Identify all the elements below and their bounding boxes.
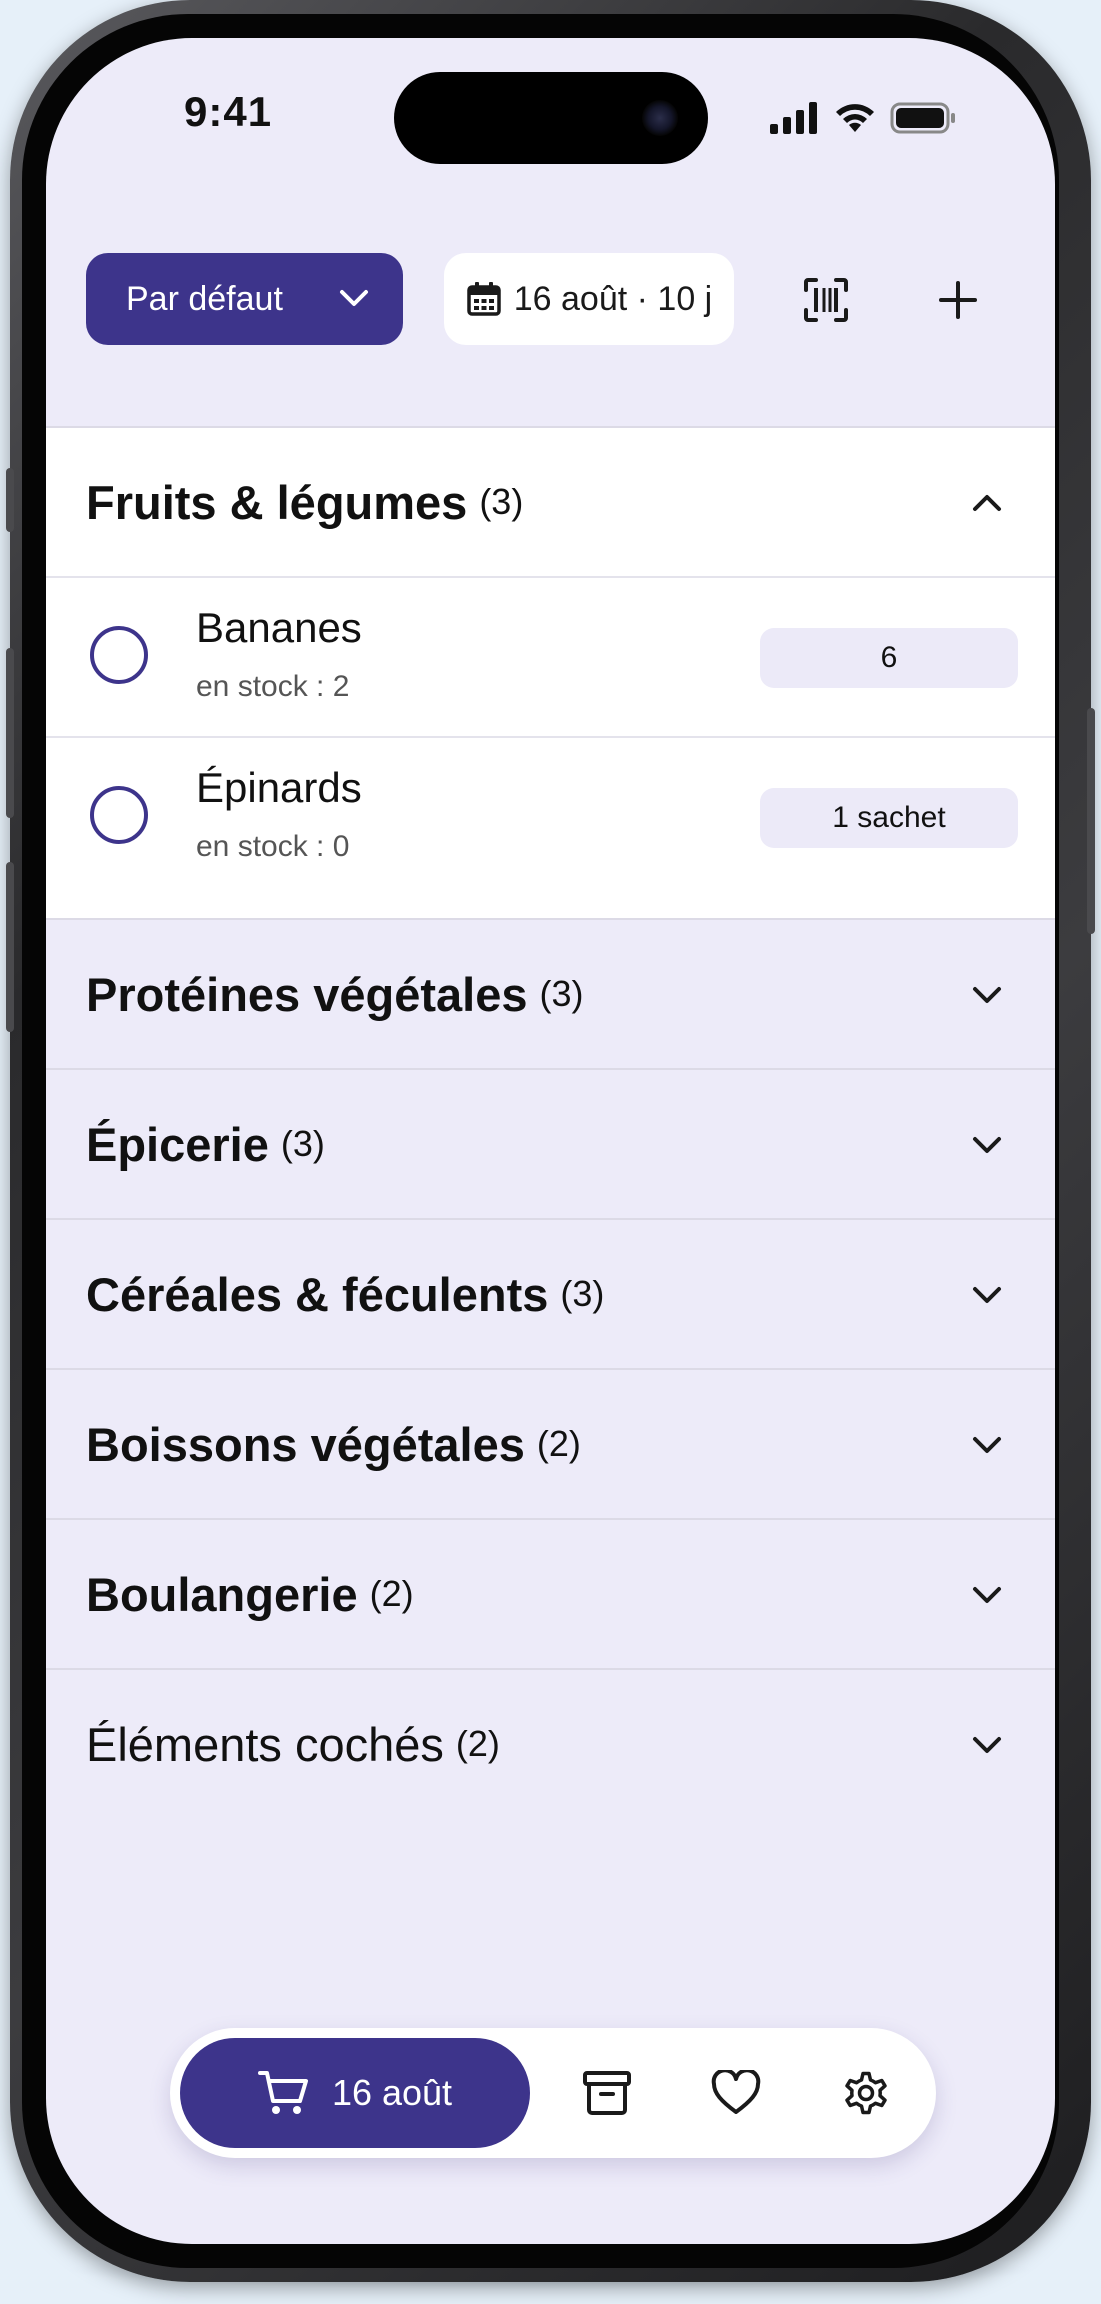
sort-label: Par défaut bbox=[126, 279, 283, 318]
section-title: Épicerie bbox=[86, 1117, 269, 1171]
section-proteines-vegetales[interactable]: Protéines végétales (3) bbox=[46, 918, 1055, 1068]
power-button bbox=[1087, 708, 1095, 934]
item-name: Épinards bbox=[196, 764, 362, 811]
sort-dropdown[interactable]: Par défaut bbox=[86, 253, 403, 345]
section-count: (3) bbox=[560, 1273, 605, 1314]
chevron-up-icon bbox=[973, 495, 1001, 511]
status-icons bbox=[770, 98, 956, 138]
shopping-list: Fruits & légumes (3) Bananes en stock : … bbox=[46, 426, 1055, 1818]
archive-icon bbox=[583, 2071, 631, 2115]
chevron-down-icon bbox=[973, 987, 1001, 1003]
section-boissons-vegetales[interactable]: Boissons végétales (2) bbox=[46, 1368, 1055, 1518]
section-count: (3) bbox=[479, 481, 524, 522]
item-checkbox[interactable] bbox=[90, 786, 148, 844]
heart-icon bbox=[711, 2070, 761, 2114]
section-elements-coches[interactable]: Éléments cochés (2) bbox=[46, 1668, 1055, 1818]
item-checkbox[interactable] bbox=[90, 626, 148, 684]
item-stock: en stock : 0 bbox=[196, 830, 350, 863]
camera-icon bbox=[642, 100, 678, 136]
section-fruits-legumes[interactable]: Fruits & légumes (3) bbox=[46, 426, 1055, 576]
plus-icon bbox=[939, 281, 977, 319]
nav-favorites-tab[interactable] bbox=[708, 2065, 764, 2121]
status-time: 9:41 bbox=[184, 88, 273, 135]
section-count: (2) bbox=[455, 1723, 500, 1764]
nav-shopping-list-tab[interactable]: 16 août bbox=[180, 2038, 530, 2148]
chevron-down-icon bbox=[973, 1737, 1001, 1753]
date-range-button[interactable]: 16 août · 10 j bbox=[444, 253, 734, 345]
section-count: (2) bbox=[369, 1573, 414, 1614]
volume-down-button bbox=[6, 862, 14, 1032]
chevron-down-icon bbox=[973, 1137, 1001, 1153]
section-title: Éléments cochés bbox=[86, 1717, 444, 1771]
section-title: Céréales & féculents bbox=[86, 1267, 549, 1321]
cart-icon bbox=[257, 2071, 308, 2114]
section-count: (3) bbox=[539, 973, 584, 1014]
chevron-down-icon bbox=[340, 290, 368, 306]
side-button bbox=[6, 468, 14, 532]
app-screen: 9:41 Par défaut 16 août · 10 j Fruits & … bbox=[46, 38, 1055, 2244]
calendar-icon bbox=[467, 282, 501, 316]
nav-settings-tab[interactable] bbox=[838, 2065, 894, 2121]
nav-active-label: 16 août bbox=[331, 2072, 453, 2113]
section-title: Boissons végétales bbox=[86, 1417, 525, 1471]
barcode-scan-button[interactable] bbox=[796, 270, 856, 330]
chevron-down-icon bbox=[973, 1437, 1001, 1453]
section-title: Protéines végétales bbox=[86, 967, 528, 1021]
section-cereales-feculents[interactable]: Céréales & féculents (3) bbox=[46, 1218, 1055, 1368]
section-count: (2) bbox=[536, 1423, 581, 1464]
item-name: Bananes bbox=[196, 604, 362, 651]
section-epicerie[interactable]: Épicerie (3) bbox=[46, 1068, 1055, 1218]
signal-icon bbox=[770, 102, 817, 134]
list-item[interactable]: Épinards en stock : 0 1 sachet bbox=[46, 736, 1055, 918]
date-range-label: 16 août · 10 j bbox=[513, 279, 713, 318]
section-boulangerie[interactable]: Boulangerie (2) bbox=[46, 1518, 1055, 1668]
bottom-nav: 16 août bbox=[170, 2028, 936, 2158]
chevron-down-icon bbox=[973, 1587, 1001, 1603]
dynamic-island bbox=[394, 72, 708, 164]
add-item-button[interactable] bbox=[928, 270, 988, 330]
wifi-icon bbox=[836, 104, 874, 132]
item-stock: en stock : 2 bbox=[196, 670, 350, 703]
item-quantity[interactable]: 1 sachet bbox=[760, 788, 1018, 848]
volume-up-button bbox=[6, 648, 14, 818]
section-count: (3) bbox=[280, 1123, 325, 1164]
gear-icon bbox=[845, 2071, 887, 2115]
list-item[interactable]: Bananes en stock : 2 6 bbox=[46, 576, 1055, 736]
chevron-down-icon bbox=[973, 1287, 1001, 1303]
battery-icon bbox=[890, 102, 955, 134]
section-title: Boulangerie bbox=[86, 1567, 358, 1621]
section-title: Fruits & légumes bbox=[86, 475, 468, 529]
barcode-scan-icon bbox=[804, 278, 848, 322]
nav-archive-tab[interactable] bbox=[579, 2065, 635, 2121]
item-quantity[interactable]: 6 bbox=[760, 628, 1018, 688]
